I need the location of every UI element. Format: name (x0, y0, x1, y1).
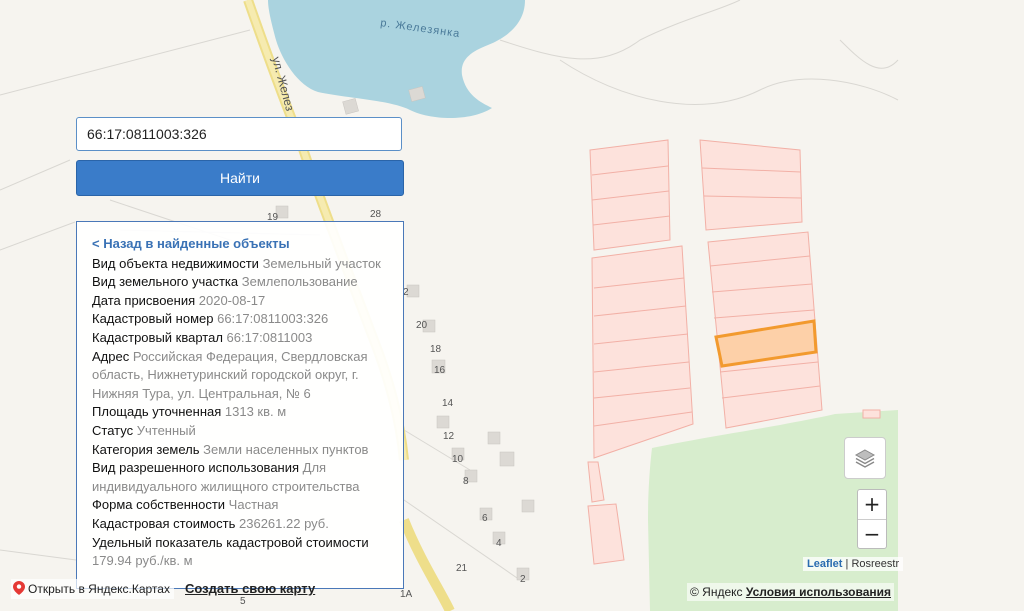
info-row-value: Землепользование (241, 274, 358, 290)
info-row-label: Статус (92, 422, 134, 438)
info-row-value: Российская Федерация, Свердловская облас… (92, 348, 368, 401)
info-row-value: Земельный участок (262, 255, 381, 271)
back-to-results-link[interactable]: < Назад в найденные объекты (92, 235, 389, 254)
attribution-source: Rosreestr (851, 558, 900, 570)
info-row-label: Площадь уточненная (92, 404, 222, 420)
house-number: 6 (482, 513, 488, 524)
info-row-value: 2020-08-17 (198, 292, 266, 308)
house-number: 20 (416, 320, 428, 331)
house-number: 10 (452, 454, 464, 465)
info-row: Статус Учтенный (92, 422, 389, 441)
house-number: 8 (463, 476, 469, 487)
info-row: Категория земель Земли населенных пункто… (92, 441, 389, 460)
info-row: Кадастровая стоимость 236261.22 руб. (92, 515, 389, 534)
terms-of-use-link[interactable]: Условия использования (746, 585, 891, 599)
info-row-value: 179.94 руб./кв. м (92, 553, 193, 569)
zoom-out-button[interactable]: − (858, 520, 886, 549)
yandex-footer: © Яндекс Условия использования (687, 583, 894, 601)
info-rows: Вид объекта недвижимости Земельный участ… (92, 255, 389, 571)
info-row-label: Кадастровый квартал (92, 329, 223, 345)
info-row: Адрес Российская Федерация, Свердловская… (92, 348, 389, 404)
map-attribution: Leaflet | Rosreestr (803, 557, 904, 571)
info-row: Форма собственности Частная (92, 496, 389, 515)
info-row: Вид разрешенного использования Для индив… (92, 459, 389, 496)
house-number: 4 (496, 538, 502, 549)
info-row-value: 66:17:0811003:326 (217, 311, 329, 327)
info-row-value: 66:17:0811003 (226, 329, 313, 345)
house-number: 2 (520, 574, 526, 585)
yandex-copyright: © Яндекс (690, 585, 743, 599)
info-row: Вид земельного участка Землепользование (92, 273, 389, 292)
find-button[interactable]: Найти (76, 160, 404, 196)
open-in-yandex-label: Открыть в Яндекс.Картах (28, 582, 170, 596)
house-number: 28 (370, 209, 382, 220)
open-in-yandex-link[interactable]: Открыть в Яндекс.Картах (11, 579, 174, 599)
parcel-info-panel: < Назад в найденные объекты Вид объекта … (76, 221, 404, 589)
info-row: Удельный показатель кадастровой стоимост… (92, 534, 389, 571)
info-row-value: Частная (228, 497, 279, 513)
house-number: 12 (443, 431, 455, 442)
info-row-label: Кадастровая стоимость (92, 515, 236, 531)
info-row-label: Форма собственности (92, 497, 226, 513)
info-row-label: Вид разрешенного использования (92, 460, 300, 476)
info-row-value: Учтенный (136, 422, 196, 438)
house-number: 1А (400, 589, 413, 600)
layers-button[interactable] (844, 437, 886, 479)
info-row-label: Дата присвоения (92, 292, 196, 308)
info-row: Кадастровый номер 66:17:0811003:326 (92, 310, 389, 329)
info-row: Дата присвоения 2020-08-17 (92, 292, 389, 311)
info-row-label: Адрес (92, 348, 130, 364)
info-row-label: Категория земель (92, 441, 200, 457)
info-row-label: Удельный показатель кадастровой стоимост… (92, 534, 369, 550)
info-row-value: 1313 кв. м (224, 404, 287, 420)
zoom-control: + − (857, 489, 887, 549)
info-row: Вид объекта недвижимости Земельный участ… (92, 255, 389, 274)
house-number: 18 (430, 344, 442, 355)
info-row: Площадь уточненная 1313 кв. м (92, 403, 389, 422)
info-row: Кадастровый квартал 66:17:0811003 (92, 329, 389, 348)
cadastral-search-input[interactable] (76, 117, 402, 151)
map-pin-icon (13, 581, 25, 595)
info-row-label: Вид объекта недвижимости (92, 255, 259, 271)
zoom-in-button[interactable]: + (858, 490, 886, 520)
layers-icon (854, 449, 876, 468)
info-row-label: Кадастровый номер (92, 311, 214, 327)
house-number: 21 (456, 563, 468, 574)
house-number: 14 (442, 398, 454, 409)
leaflet-link[interactable]: Leaflet (807, 558, 842, 570)
house-number: 16 (434, 365, 446, 376)
info-row-value: 236261.22 руб. (239, 515, 329, 531)
info-row-label: Вид земельного участка (92, 274, 239, 290)
info-row-value: Земли населенных пунктов (203, 441, 369, 457)
create-map-link[interactable]: Создать свою карту (185, 579, 315, 599)
